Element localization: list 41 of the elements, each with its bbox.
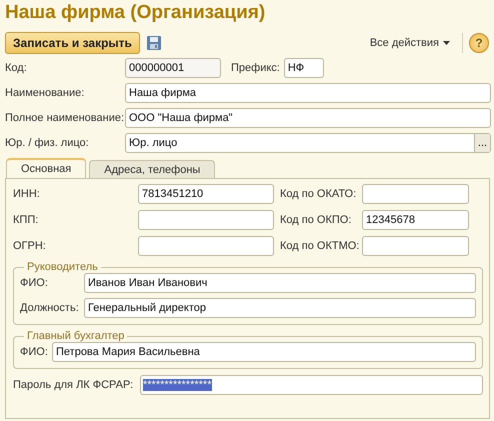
text-field[interactable] bbox=[138, 210, 274, 230]
text-field[interactable]: 7813451210 bbox=[138, 184, 274, 204]
text-field[interactable]: Петрова Мария Васильевна bbox=[52, 342, 476, 362]
text-field[interactable]: Иванов Иван Иванович bbox=[84, 273, 476, 293]
field-label: Код по ОКТМО: bbox=[279, 240, 360, 252]
text-field[interactable] bbox=[138, 236, 274, 256]
tab[interactable]: Адреса, телефоны bbox=[89, 160, 216, 178]
field-label: Полное наименование: bbox=[5, 112, 125, 124]
field-label: КПП: bbox=[13, 214, 40, 226]
password-field[interactable]: **************** bbox=[140, 375, 483, 395]
prefix-field[interactable]: НФ bbox=[284, 58, 324, 78]
help-button[interactable]: ? bbox=[469, 33, 489, 53]
text-field[interactable]: Наша фирма bbox=[125, 83, 491, 103]
save-icon[interactable] bbox=[146, 35, 162, 51]
text-field[interactable]: Генеральный директор bbox=[84, 298, 476, 318]
save-close-button[interactable]: Записать и закрыть bbox=[5, 32, 140, 54]
entity-type-field[interactable]: Юр. лицо ... bbox=[125, 133, 491, 153]
group-title: Главный бухгалтер bbox=[26, 330, 126, 342]
field-label: Наименование: bbox=[5, 87, 86, 99]
all-actions-menu[interactable]: Все действия bbox=[364, 36, 456, 50]
field-label: Юр. / физ. лицо: bbox=[5, 137, 90, 149]
field-label: ОГРН: bbox=[13, 240, 47, 252]
field-label: Пароль для ЛК ФСРАР: bbox=[13, 379, 134, 391]
window-title: Наша фирма (Организация) bbox=[5, 2, 266, 25]
field-label: Код по ОКПО: bbox=[279, 214, 352, 226]
group-title: Руководитель bbox=[26, 261, 99, 273]
field-label: ИНН: bbox=[13, 188, 41, 200]
code-field[interactable]: 000000001 bbox=[125, 58, 221, 78]
text-field[interactable]: ООО "Наша фирма" bbox=[125, 108, 491, 128]
text-field[interactable] bbox=[362, 184, 469, 204]
field-label: ФИО: bbox=[20, 277, 49, 289]
caret-icon bbox=[443, 41, 450, 45]
choice-button[interactable]: ... bbox=[474, 134, 490, 152]
tab[interactable]: Основная bbox=[6, 158, 86, 178]
text-field[interactable] bbox=[362, 236, 469, 256]
field-label: Код по ОКАТО: bbox=[279, 188, 358, 200]
field-label: Должность: bbox=[20, 302, 80, 314]
text-field[interactable]: 12345678 bbox=[362, 210, 469, 230]
field-label: ФИО: bbox=[20, 346, 49, 358]
field-label: Код: bbox=[5, 62, 28, 74]
field-label: Префикс: bbox=[231, 62, 280, 74]
